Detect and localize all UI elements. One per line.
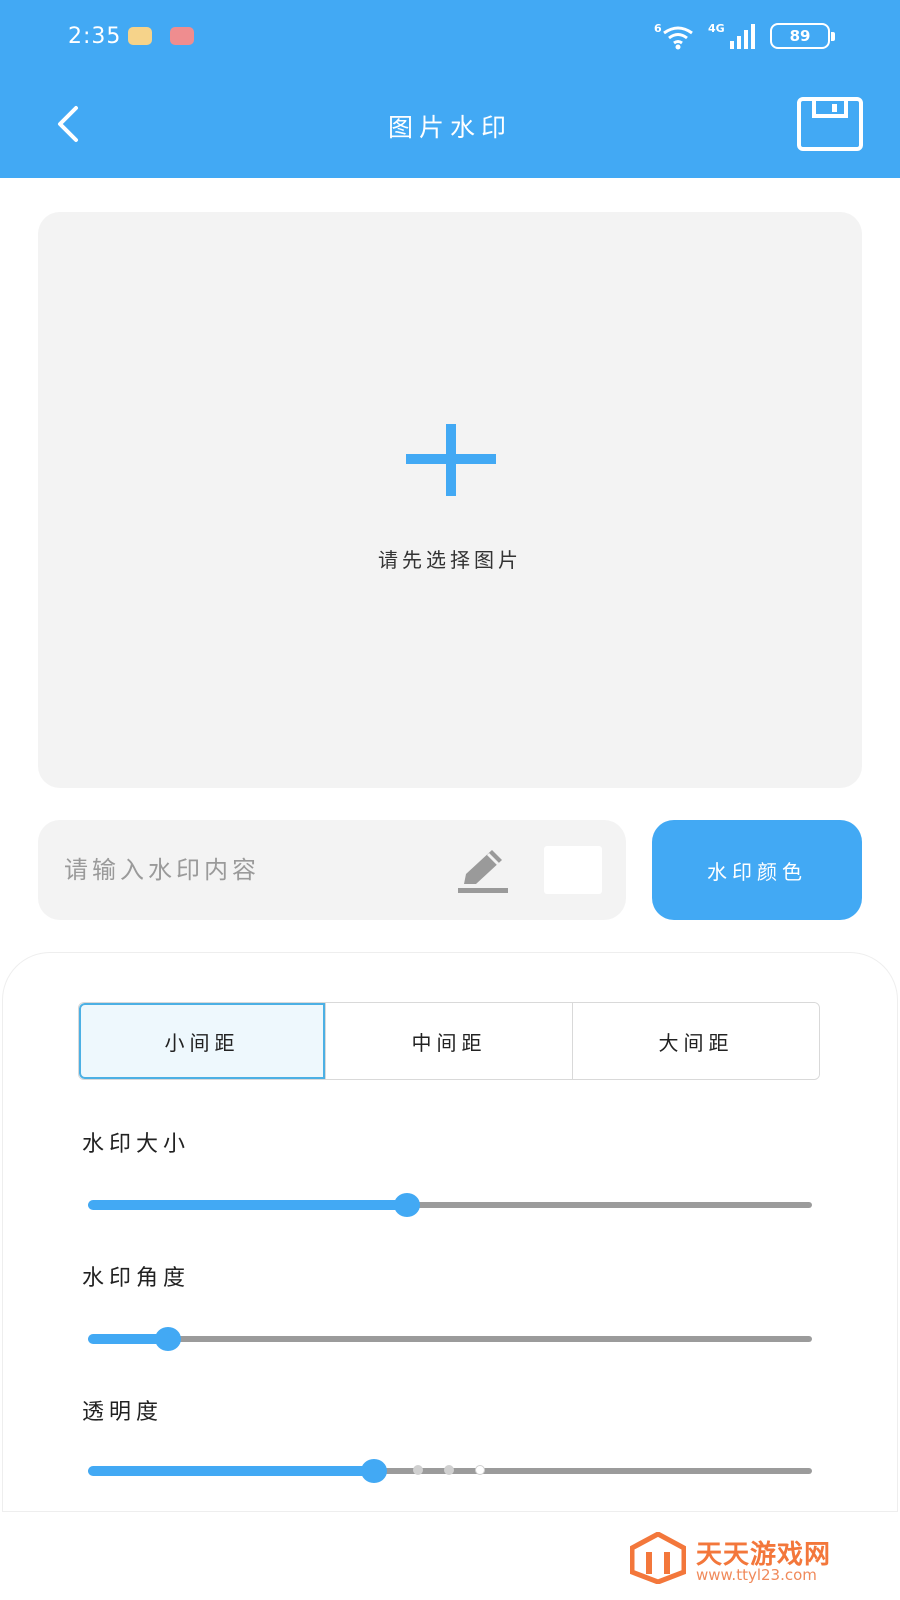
slider-track bbox=[88, 1336, 812, 1342]
wifi-icon: 6 bbox=[654, 22, 693, 50]
page-indicator-dot bbox=[444, 1465, 454, 1475]
slider-fill bbox=[88, 1466, 374, 1476]
watermark-input-box bbox=[38, 820, 626, 920]
watermark-color-button[interactable]: 水印颜色 bbox=[652, 820, 862, 920]
battery-indicator: 89 bbox=[770, 23, 835, 49]
site-logo-url: www.ttyl23.com bbox=[696, 1566, 817, 1584]
slider-fill bbox=[88, 1200, 407, 1210]
spacing-segmented-control: 小间距 中间距 大间距 bbox=[78, 1002, 820, 1080]
battery-level: 89 bbox=[789, 27, 811, 45]
slider-thumb[interactable] bbox=[393, 1193, 420, 1217]
status-time: 2:35 bbox=[68, 24, 122, 49]
site-logo-icon bbox=[630, 1532, 686, 1584]
notification-icon bbox=[170, 27, 194, 45]
pencil-icon[interactable] bbox=[456, 846, 512, 894]
save-button[interactable] bbox=[796, 96, 866, 152]
plus-icon bbox=[406, 424, 496, 496]
picker-hint: 请先选择图片 bbox=[378, 548, 522, 572]
network-type: 4G bbox=[708, 22, 725, 35]
page-indicator-dot bbox=[413, 1465, 423, 1475]
status-indicators: 6 4G 89 bbox=[654, 20, 835, 52]
image-picker[interactable]: 请先选择图片 bbox=[38, 212, 862, 788]
angle-slider-label: 水印角度 bbox=[82, 1266, 191, 1291]
size-slider[interactable] bbox=[88, 1190, 812, 1220]
status-bar: 2:35 6 4G 89 bbox=[0, 0, 900, 72]
wifi-badge: 6 bbox=[654, 22, 662, 35]
page-indicator-dot bbox=[475, 1465, 485, 1475]
opacity-slider-label: 透明度 bbox=[82, 1400, 164, 1425]
notification-icon bbox=[128, 27, 152, 45]
slider-thumb[interactable] bbox=[360, 1459, 387, 1483]
spacing-small-button[interactable]: 小间距 bbox=[79, 1003, 325, 1079]
spacing-medium-button[interactable]: 中间距 bbox=[325, 1003, 572, 1079]
watermark-text-input[interactable] bbox=[64, 844, 454, 896]
app-header: 2:35 6 4G 89 图片水印 bbox=[0, 0, 900, 178]
color-swatch[interactable] bbox=[544, 846, 602, 894]
floppy-disk-icon bbox=[797, 97, 863, 151]
slider-thumb[interactable] bbox=[154, 1327, 181, 1351]
size-slider-label: 水印大小 bbox=[82, 1132, 191, 1157]
angle-slider[interactable] bbox=[88, 1324, 812, 1354]
cellular-signal-icon: 4G bbox=[708, 22, 755, 49]
spacing-large-button[interactable]: 大间距 bbox=[572, 1003, 819, 1079]
page-title: 图片水印 bbox=[387, 113, 512, 142]
